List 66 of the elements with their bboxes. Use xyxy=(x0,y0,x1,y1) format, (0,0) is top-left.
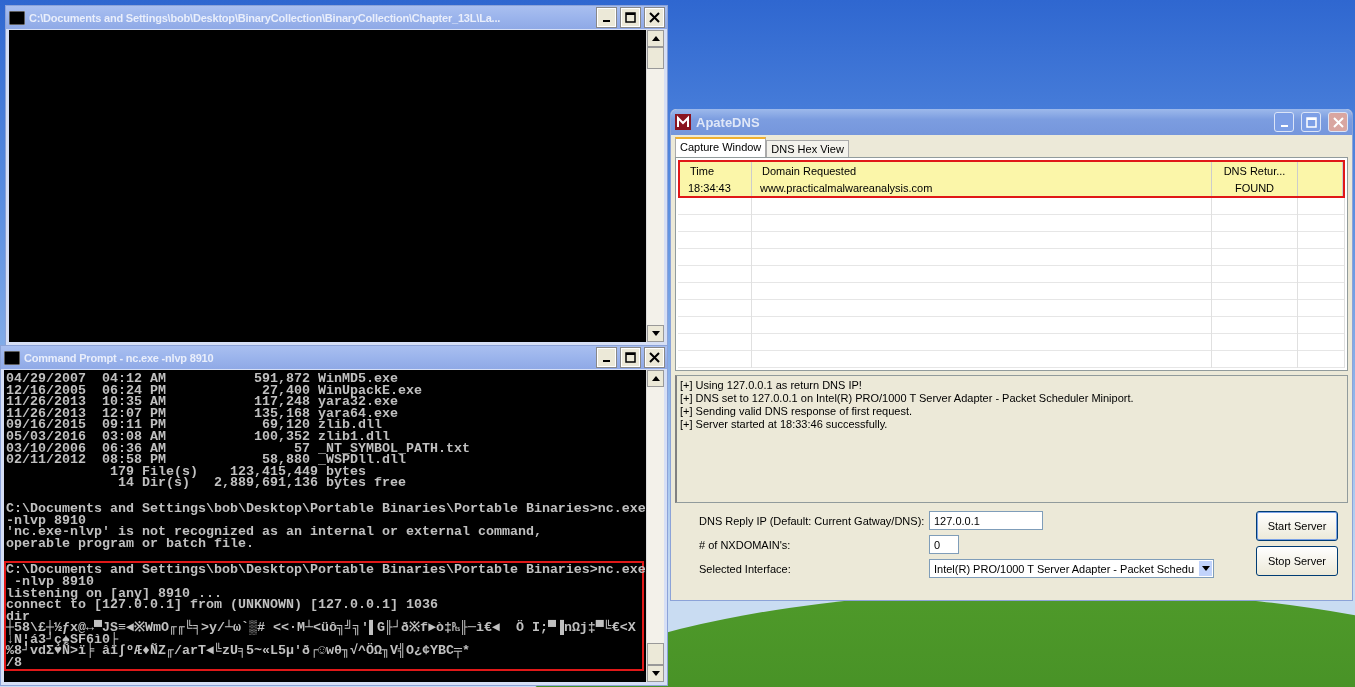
close-icon xyxy=(649,352,660,363)
console-line: 'nc.exe-nlvp' is not recognized as an internal or external command, xyxy=(6,526,543,538)
console-line: connect to [127.0.0.1] from (UNKNOWN) [127.0.0.1] 1036 xyxy=(6,599,439,611)
console-icon xyxy=(4,350,20,365)
console-line: 09/16/2015 09:11 PM 69,120 zlib.dll xyxy=(6,419,382,431)
table-cell: 18:34:43 xyxy=(680,179,752,196)
up-arrow-icon xyxy=(651,376,660,381)
column-header[interactable]: DNS Retur... xyxy=(1212,162,1298,179)
console-icon xyxy=(9,10,25,25)
close-icon xyxy=(1332,116,1344,128)
field-label: # of NXDOMAIN's: xyxy=(699,538,792,551)
app-logo-icon xyxy=(675,114,691,130)
scroll-down-button[interactable] xyxy=(647,325,664,342)
minimize-icon xyxy=(603,360,610,362)
tab[interactable]: DNS Hex View xyxy=(766,140,849,157)
scrollbar[interactable] xyxy=(646,30,664,342)
table-cell: www.practicalmalwareanalysis.com xyxy=(752,179,1212,196)
window-title: Command Prompt - nc.exe -nlvp 8910 xyxy=(24,351,215,364)
scrollbar-thumb[interactable] xyxy=(647,643,664,665)
maximize-icon xyxy=(625,352,636,363)
window-title: C:\Documents and Settings\bob\Desktop\BinaryCollection\BinaryCollection\Chapter_13L\La... xyxy=(29,11,502,24)
field-label: DNS Reply IP (Default: Current Gatway/DNS): xyxy=(699,514,926,527)
close-icon xyxy=(649,12,660,23)
server-button[interactable]: Stop Server xyxy=(1256,546,1338,576)
server-button[interactable]: Start Server xyxy=(1256,511,1338,541)
column-header[interactable]: Time xyxy=(680,162,752,179)
console-line: 03/10/2006 06:36 AM 57 _NT_SYMBOL_PATH.txt xyxy=(6,442,471,455)
console-line: listening on [any] 8910 ... xyxy=(6,587,223,600)
console-line: 11/26/2013 10:35 AM 117,248 yara32.exe xyxy=(6,396,398,408)
console-line: 04/29/2007 04:12 AM 591,872 WinMD5.exe xyxy=(6,373,398,385)
dropdown[interactable]: Intel(R) PRO/1000 T Server Adapter - Packet Schedu xyxy=(929,559,1215,578)
log-line: [+] Using 127.0.0.1 as return DNS IP! xyxy=(680,379,863,392)
down-arrow-icon xyxy=(651,671,660,676)
console-line: 14 Dir(s) 2,889,691,136 bytes free xyxy=(117,477,407,489)
scroll-down-button[interactable] xyxy=(647,665,664,682)
input-field[interactable]: 127.0.0.1 xyxy=(929,511,1043,530)
maximize-icon xyxy=(625,12,636,23)
caret-icon xyxy=(1201,566,1210,571)
console-line: C:\Documents and Settings\bob\Desktop\Portable Binaries\Portable Binaries>nc.exe xyxy=(6,502,646,515)
scrollbar[interactable] xyxy=(646,370,664,682)
minimize-icon xyxy=(1280,124,1288,127)
console-line: 12/16/2005 06:24 PM 27,400 WinUpackE.exe xyxy=(6,384,423,397)
minimize-icon xyxy=(603,20,610,22)
scroll-up-button[interactable] xyxy=(647,30,664,47)
console-line: 05/03/2016 03:08 AM 100,352 zlib1.dll xyxy=(6,430,390,443)
table-cell: FOUND xyxy=(1212,179,1298,196)
console-line: -nlvp 8910 xyxy=(14,575,95,588)
log-line: [+] Server started at 18:33:46 successfully. xyxy=(680,418,889,431)
column-header[interactable]: Domain Requested xyxy=(752,162,1212,179)
maximize-icon xyxy=(1305,116,1317,128)
console-line: 02/11/2012 08:58 PM 58,880 _WSPDll.dll xyxy=(6,454,406,466)
log-line: [+] DNS set to 127.0.0.1 on Intel(R) PRO/1000 T Server Adapter - Packet Scheduler Miniport. xyxy=(680,392,1135,405)
input-field[interactable]: 0 xyxy=(929,535,959,554)
up-arrow-icon xyxy=(651,36,660,41)
console-line: operable program or batch file. xyxy=(6,537,255,550)
field-label: Selected Interface: xyxy=(699,562,792,575)
console-line: 11/26/2013 12:07 PM 135,168 yara64.exe xyxy=(6,407,399,420)
log-line: [+] Sending valid DNS response of first request. xyxy=(680,405,914,418)
scrollbar-thumb[interactable] xyxy=(647,47,664,69)
console-line: -nlvp 8910 xyxy=(6,514,86,527)
down-arrow-icon xyxy=(651,331,660,336)
console-line: 179 File(s) 123,415,449 bytes xyxy=(109,465,366,478)
scroll-up-button[interactable] xyxy=(647,370,664,387)
console-line: /8 xyxy=(6,657,22,669)
window-title: ApateDNS xyxy=(696,114,761,130)
tab[interactable]: Capture Window xyxy=(675,137,767,157)
